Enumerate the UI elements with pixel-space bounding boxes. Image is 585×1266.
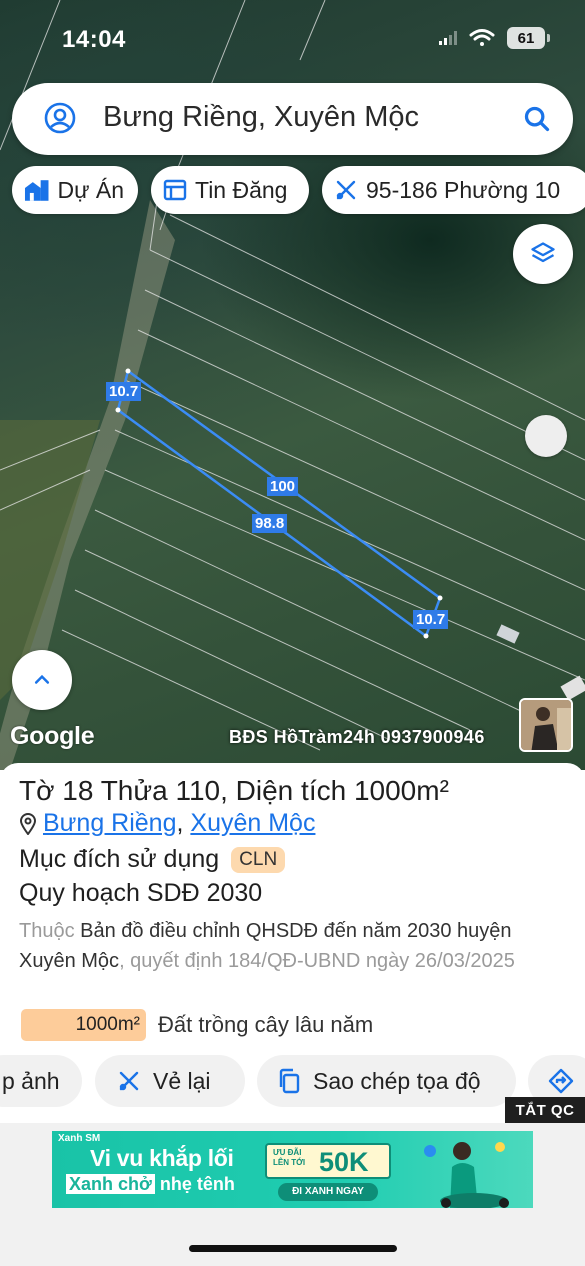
land-use-purpose: Mục đích sử dụng CLN [19, 845, 286, 874]
ad-banner[interactable]: Xanh SM Vi vu khắp lối Xanh chở nhẹ tênh… [52, 1131, 533, 1208]
location-link-district[interactable]: Xuyên Mộc [190, 809, 315, 837]
chip-label: 95-186 Phường 10 [366, 176, 561, 203]
ad-subline: Xanh chở nhẹ tênh [66, 1174, 235, 1195]
parcel-info-sheet: Tờ 18 Thửa 110, Diện tích 1000m² Bưng Ri… [0, 763, 585, 1123]
person-photo-icon [521, 700, 571, 750]
desc-suffix: , quyết định 184/QĐ-UBND ngày 26/03/2025 [119, 950, 515, 972]
google-logo: Google [10, 722, 95, 750]
layers-icon [531, 242, 555, 263]
legend-label: Đất trồng cây lâu năm [158, 1012, 374, 1037]
map-watermark: BĐS HồTràm24h 0937900946 [229, 727, 485, 747]
purpose-label: Mục đích sử dụng [19, 845, 220, 873]
parcel-title: Tờ 18 Thửa 110, Diện tích 1000m² [19, 775, 449, 807]
map-location-dot[interactable] [525, 415, 567, 457]
directions-icon [548, 1068, 574, 1094]
dimension-label-top-left: 10.7 [106, 382, 142, 401]
home-indicator[interactable] [189, 1245, 397, 1252]
redraw-icon [119, 1071, 139, 1091]
user-icon[interactable] [44, 102, 76, 134]
ad-headline: Vi vu khắp lối [90, 1145, 234, 1171]
chip-label: Tin Đăng [195, 176, 288, 203]
chip-du-an[interactable]: Dự Án [12, 166, 138, 214]
title-mid: Thửa [100, 775, 168, 806]
photo-button[interactable]: p ảnh [0, 1055, 82, 1107]
action-label: Sao chép tọa độ [313, 1067, 481, 1094]
status-icons: 61 [439, 27, 550, 49]
search-query[interactable]: Bưng Riềng, Xuyên Mộc [103, 101, 419, 134]
parcel-number: 110 [175, 775, 221, 806]
ad-brand: Xanh SM [58, 1133, 101, 1144]
ad-cta: ĐI XANH NGAY [278, 1183, 378, 1201]
purpose-code-badge: CLN [231, 846, 286, 873]
dimension-label-top: 100 [267, 477, 299, 496]
plan-description: Thuộc Bản đồ điều chỉnh QHSDĐ đến năm 20… [19, 916, 549, 976]
status-time: 14:04 [62, 26, 126, 53]
sheet-number: 18 [62, 775, 94, 806]
action-label: p ảnh [2, 1067, 60, 1094]
location-separator: , [176, 809, 184, 837]
copy-coordinates-button[interactable]: Sao chép tọa độ [257, 1055, 516, 1107]
copy-icon [279, 1068, 300, 1094]
dimension-label-bottom: 98.8 [252, 514, 288, 533]
signal-icon [439, 31, 457, 45]
search-bar[interactable]: Bưng Riềng, Xuyên Mộc [12, 83, 573, 155]
land-type-legend: 1000m² Đất trồng cây lâu năm [21, 1009, 373, 1041]
promo-amount: 50K [319, 1147, 369, 1177]
ad-highlight: Xanh chở [66, 1174, 155, 1194]
redraw-button[interactable]: Vẻ lại [95, 1055, 245, 1107]
parcel-location: Bưng Riềng, Xuyên Mộc [19, 809, 315, 838]
close-ad-button[interactable]: TẮT QC [505, 1097, 585, 1124]
desc-prefix: Thuộc [19, 920, 75, 942]
plan-title: Quy hoạch SDĐ 2030 [19, 879, 263, 907]
chip-tin-dang[interactable]: Tin Đăng [151, 166, 309, 214]
expand-up-button[interactable] [12, 650, 72, 710]
dimension-label-bottom-right: 10.7 [413, 610, 449, 629]
title-prefix: Tờ [19, 775, 55, 806]
listing-icon [163, 179, 187, 201]
promo-small-text: ƯU ĐÃI LÊN TỚI [273, 1148, 306, 1167]
action-label: Vẻ lại [153, 1067, 211, 1094]
area-label: , Diện tích [220, 775, 347, 806]
search-icon[interactable] [523, 105, 551, 133]
tools-icon [336, 180, 356, 200]
ad-promo: ƯU ĐÃI LÊN TỚI 50K [265, 1143, 391, 1179]
location-link-ward[interactable]: Bưng Riềng [43, 809, 176, 837]
building-icon [24, 180, 49, 201]
battery-indicator: 61 [507, 27, 550, 49]
layers-button[interactable] [513, 224, 573, 284]
ad-subline-rest: nhẹ tênh [159, 1174, 235, 1194]
chevron-up-icon [34, 674, 50, 684]
action-buttons: p ảnh Vẻ lại Sao chép tọa độ [0, 1053, 585, 1109]
legend-swatch: 1000m² [21, 1009, 146, 1041]
filter-chips: Dự Án Tin Đăng 95-186 Phường 10 [12, 166, 585, 214]
chip-planning[interactable]: 95-186 Phường 10 [322, 166, 585, 214]
location-pin-icon [19, 812, 37, 835]
chip-label: Dự Án [57, 176, 124, 203]
parcel-area: 1000m² [353, 775, 449, 806]
wifi-icon [469, 29, 495, 46]
scooter-rider-illustration [424, 1142, 509, 1208]
photo-thumbnail[interactable] [519, 698, 573, 752]
status-bar: 14:04 61 [0, 0, 585, 80]
